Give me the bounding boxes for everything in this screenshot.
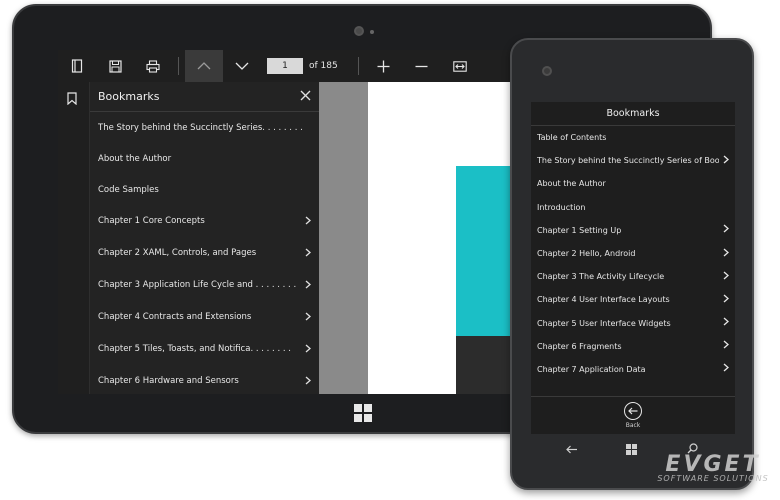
bookmark-item[interactable]: Chapter 3 Application Life Cycle and . .…	[90, 269, 319, 301]
chevron-right-icon[interactable]	[305, 311, 311, 324]
phone-bookmarks-title: Bookmarks	[531, 102, 735, 126]
tablet-sensor	[370, 30, 374, 34]
phone-bookmark-label: Chapter 2 Hello, Android	[537, 249, 636, 259]
phone-bookmark-label: Table of Contents	[537, 133, 607, 143]
tablet-camera	[354, 26, 364, 36]
bookmarks-header: Bookmarks	[90, 82, 319, 112]
print-icon[interactable]	[134, 50, 172, 82]
bookmark-label: Chapter 2 XAML, Controls, and Pages	[98, 248, 257, 258]
chevron-up-icon[interactable]	[185, 50, 223, 82]
bookmark-item[interactable]: Chapter 4 Contracts and Extensions	[90, 301, 319, 333]
phone-bookmark-item[interactable]: Chapter 4 User Interface Layouts	[531, 288, 735, 311]
phone-bookmark-item[interactable]: Chapter 3 The Activity Lifecycle	[531, 265, 735, 288]
phone-bookmark-label: Chapter 1 Setting Up	[537, 225, 622, 235]
zoom-out-icon[interactable]	[403, 50, 441, 82]
bookmark-label: Chapter 1 Core Concepts	[98, 216, 205, 226]
phone-camera	[542, 66, 552, 76]
hw-windows-icon[interactable]	[626, 444, 638, 456]
bookmark-label: The Story behind the Succinctly Series. …	[98, 122, 303, 133]
bookmark-label: Chapter 5 Tiles, Toasts, and Notifica. .…	[98, 344, 291, 354]
chevron-right-icon[interactable]	[305, 247, 311, 260]
phone-bookmark-label: About the Author	[537, 179, 606, 189]
toolbar-divider	[357, 57, 359, 75]
bookmark-icon[interactable]	[67, 92, 77, 109]
bookmark-panel-icon[interactable]	[58, 50, 96, 82]
phone-bookmark-item[interactable]: The Story behind the Succinctly Series o…	[531, 149, 735, 172]
phone-screen: Bookmarks Table of Contents The Story beh…	[531, 102, 735, 434]
phone-bookmark-item[interactable]: Chapter 1 Setting Up	[531, 219, 735, 242]
chevron-right-icon[interactable]	[723, 224, 729, 236]
back-arrow-icon[interactable]	[624, 402, 642, 420]
bookmark-label: Chapter 6 Hardware and Sensors	[98, 376, 239, 386]
phone-bookmark-item[interactable]: Chapter 7 Application Data	[531, 358, 735, 381]
bookmark-item[interactable]: Chapter 5 Tiles, Toasts, and Notifica. .…	[90, 333, 319, 365]
navigation-strip	[58, 82, 90, 394]
phone-bookmark-label: Chapter 4 User Interface Layouts	[537, 295, 670, 305]
hw-back-icon[interactable]	[566, 443, 578, 457]
zoom-in-icon[interactable]	[365, 50, 403, 82]
bookmarks-panel: Bookmarks The Story behind the Succinctl…	[90, 82, 319, 394]
chevron-right-icon[interactable]	[723, 271, 729, 283]
chevron-right-icon[interactable]	[723, 248, 729, 260]
bookmark-label: Chapter 3 Application Life Cycle and . .…	[98, 280, 297, 290]
phone-bookmark-label: Chapter 3 The Activity Lifecycle	[537, 272, 665, 282]
toolbar-divider	[178, 57, 179, 75]
bookmarks-list: The Story behind the Succinctly Series. …	[90, 112, 319, 394]
phone-app-bar: Back	[531, 396, 735, 434]
bookmark-item[interactable]: Chapter 2 XAML, Controls, and Pages	[90, 237, 319, 269]
phone-bookmark-label: Chapter 5 User Interface Widgets	[537, 318, 671, 328]
bookmark-label: About the Author	[98, 153, 172, 164]
bookmark-item[interactable]: Chapter 1 Core Concepts	[90, 205, 319, 237]
phone-bookmark-label: The Story behind the Succinctly Series o…	[537, 156, 719, 166]
chevron-right-icon[interactable]	[305, 343, 311, 356]
document-gutter	[319, 82, 368, 394]
save-icon[interactable]	[96, 50, 134, 82]
bookmark-label: Chapter 4 Contracts and Extensions	[98, 312, 252, 322]
chevron-down-icon[interactable]	[223, 50, 261, 82]
fit-width-icon[interactable]	[441, 50, 479, 82]
chevron-right-icon[interactable]	[723, 363, 729, 375]
bookmark-item[interactable]: The Story behind the Succinctly Series. …	[90, 112, 319, 143]
chevron-right-icon[interactable]	[305, 279, 311, 292]
phone-bookmark-label: Chapter 6 Fragments	[537, 341, 622, 351]
close-icon[interactable]	[300, 89, 311, 105]
bookmark-item[interactable]: Code Samples	[90, 174, 319, 205]
watermark-logo: EVGET SOFTWARE SOLUTIONS	[648, 452, 778, 483]
page-number-input[interactable]	[267, 58, 303, 74]
chevron-right-icon[interactable]	[723, 294, 729, 306]
bookmark-item[interactable]: About the Author	[90, 143, 319, 174]
chevron-right-icon[interactable]	[723, 155, 729, 167]
bookmark-item[interactable]: Chapter 6 Hardware and Sensors	[90, 365, 319, 394]
windows-logo-icon[interactable]	[354, 404, 372, 422]
phone-bookmark-item[interactable]: Chapter 6 Fragments	[531, 335, 735, 358]
phone-device: Bookmarks Table of Contents The Story beh…	[510, 38, 754, 490]
chevron-right-icon[interactable]	[305, 375, 311, 388]
phone-bookmark-item[interactable]: About the Author	[531, 172, 735, 195]
phone-bookmark-item[interactable]: Introduction	[531, 196, 735, 219]
chevron-right-icon[interactable]	[723, 340, 729, 352]
phone-bookmark-item[interactable]: Chapter 5 User Interface Widgets	[531, 312, 735, 335]
bookmarks-title: Bookmarks	[98, 90, 160, 103]
phone-bookmarks-list: Table of Contents The Story behind the Su…	[531, 126, 735, 381]
phone-bookmark-label: Introduction	[537, 202, 586, 212]
phone-bookmark-item[interactable]: Table of Contents	[531, 126, 735, 149]
back-label: Back	[625, 422, 641, 429]
chevron-right-icon[interactable]	[305, 215, 311, 228]
phone-bookmark-label: Chapter 7 Application Data	[537, 364, 646, 374]
chevron-right-icon[interactable]	[723, 317, 729, 329]
watermark-sub-text: SOFTWARE SOLUTIONS	[657, 474, 769, 483]
phone-bookmark-item[interactable]: Chapter 2 Hello, Android	[531, 242, 735, 265]
bookmark-label: Code Samples	[98, 184, 159, 195]
page-total-label: of 185	[309, 61, 338, 71]
